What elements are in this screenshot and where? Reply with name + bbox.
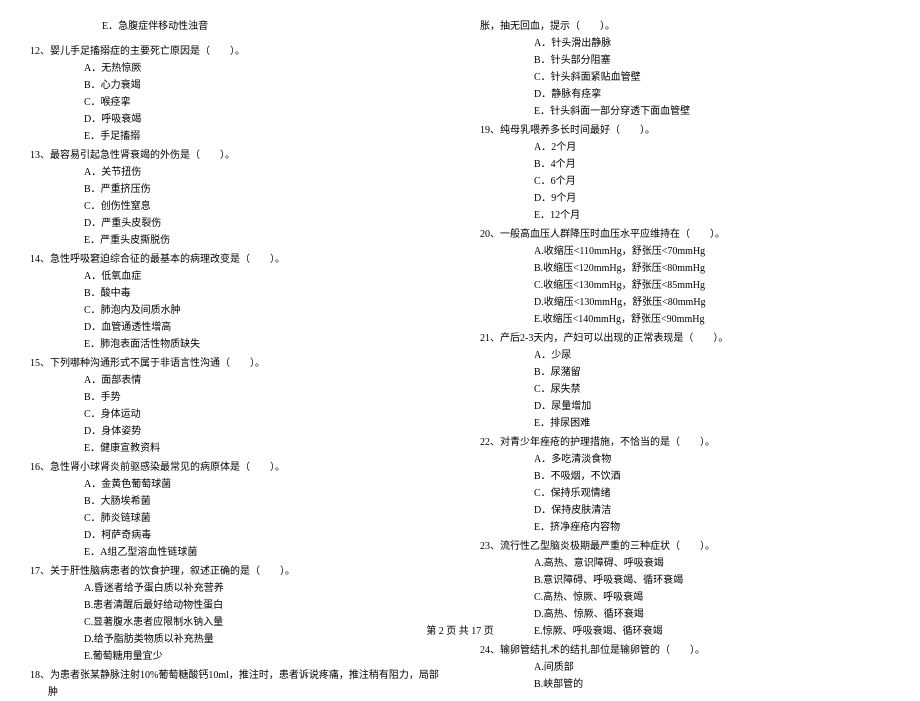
- q24-stem: 24、输卵管结扎术的结扎部位是输卵管的（ ）。: [480, 642, 890, 659]
- q13-stem: 13、最容易引起急性肾衰竭的外伤是（ ）。: [30, 147, 440, 164]
- q24-opt: A.间质部: [480, 659, 890, 676]
- q22-opt: A．多吃清淡食物: [480, 451, 890, 468]
- q22-opt: C．保持乐观情绪: [480, 485, 890, 502]
- q23-opt: C.高热、惊厥、呼吸衰竭: [480, 589, 890, 606]
- prev-opt-e: E．急腹症伴移动性浊音: [30, 18, 440, 35]
- q12-opt: A．无热惊厥: [30, 60, 440, 77]
- q23-opt: A.高热、意识障碍、呼吸衰竭: [480, 555, 890, 572]
- q20-opt: E.收缩压<140mmHg，舒张压<90mmHg: [480, 311, 890, 328]
- q23-stem: 23、流行性乙型脑炎极期最严重的三种症状（ ）。: [480, 538, 890, 555]
- q23-opt: B.意识障碍、呼吸衰竭、循环衰竭: [480, 572, 890, 589]
- q15-stem: 15、下列哪种沟通形式不属于非语言性沟通（ ）。: [30, 355, 440, 372]
- right-column: 胀，抽无回血，提示（ ）。 A．针头滑出静脉 B．针头部分阻塞 C．针头斜面紧贴…: [480, 18, 890, 608]
- q14-opt: E．肺泡表面活性物质缺失: [30, 336, 440, 353]
- q16-opt: E．A组乙型溶血性链球菌: [30, 544, 440, 561]
- q15-opt: A．面部表情: [30, 372, 440, 389]
- q16-opt: B．大肠埃希菌: [30, 493, 440, 510]
- q18-stem: 18、为患者张某静脉注射10%葡萄糖酸钙10ml，推注时，患者诉说疼痛，推注稍有…: [30, 667, 440, 701]
- q22-stem: 22、对青少年痤疮的护理措施，不恰当的是（ ）。: [480, 434, 890, 451]
- q16-opt: A．金黄色葡萄球菌: [30, 476, 440, 493]
- q21-stem: 21、产后2-3天内，产妇可以出现的正常表现是（ ）。: [480, 330, 890, 347]
- q23-opt: D.高热、惊厥、循环衰竭: [480, 606, 890, 623]
- q14-opt: A．低氧血症: [30, 268, 440, 285]
- q18-opt: D．静脉有痉挛: [480, 86, 890, 103]
- q20-opt: C.收缩压<130mmHg，舒张压<85mmHg: [480, 277, 890, 294]
- q21-opt: A．少尿: [480, 347, 890, 364]
- q16-stem: 16、急性肾小球肾炎前驱感染最常见的病原体是（ ）。: [30, 459, 440, 476]
- q19-opt: E．12个月: [480, 207, 890, 224]
- q20-stem: 20、一般高血压人群降压时血压水平应维持在（ ）。: [480, 226, 890, 243]
- q14-opt: D．血管通透性增高: [30, 319, 440, 336]
- q19-stem: 19、纯母乳喂养多长时间最好（ ）。: [480, 122, 890, 139]
- q18-opt: E．针头斜面一部分穿透下面血管壁: [480, 103, 890, 120]
- q12-opt: C．喉痉挛: [30, 94, 440, 111]
- q12-opt: E．手足搐搦: [30, 128, 440, 145]
- q20-opt: B.收缩压<120mmHg，舒张压<80mmHg: [480, 260, 890, 277]
- q13-opt: A．关节扭伤: [30, 164, 440, 181]
- q15-opt: D．身体姿势: [30, 423, 440, 440]
- q18-opt: B．针头部分阻塞: [480, 52, 890, 69]
- q18-cont: 胀，抽无回血，提示（ ）。: [480, 18, 890, 35]
- q20-opt: A.收缩压<110mmHg，舒张压<70mmHg: [480, 243, 890, 260]
- q21-opt: D．尿量增加: [480, 398, 890, 415]
- q18-opt: A．针头滑出静脉: [480, 35, 890, 52]
- left-column: E．急腹症伴移动性浊音 12、婴儿手足搐搦症的主要死亡原因是（ ）。 A．无热惊…: [30, 18, 440, 608]
- q13-opt: D．严重头皮裂伤: [30, 215, 440, 232]
- q12-opt: B．心力衰竭: [30, 77, 440, 94]
- q17-stem: 17、关于肝性脑病患者的饮食护理，叙述正确的是（ ）。: [30, 563, 440, 580]
- q18-opt: C．针头斜面紧贴血管壁: [480, 69, 890, 86]
- q22-opt: E．挤净痤疮内容物: [480, 519, 890, 536]
- q15-opt: B．手势: [30, 389, 440, 406]
- q17-opt: A.昏迷者给予蛋白质以补充营养: [30, 580, 440, 597]
- q12-opt: D．呼吸衰竭: [30, 111, 440, 128]
- q12-stem: 12、婴儿手足搐搦症的主要死亡原因是（ ）。: [30, 43, 440, 60]
- q21-opt: C．尿失禁: [480, 381, 890, 398]
- q21-opt: E．排尿困难: [480, 415, 890, 432]
- q17-opt: B.患者清醒后最好给动物性蛋白: [30, 597, 440, 614]
- q22-opt: D．保持皮肤清洁: [480, 502, 890, 519]
- q13-opt: C．创伤性窒息: [30, 198, 440, 215]
- q19-opt: A．2个月: [480, 139, 890, 156]
- q16-opt: D．柯萨奇病毒: [30, 527, 440, 544]
- q20-opt: D.收缩压<130mmHg，舒张压<80mmHg: [480, 294, 890, 311]
- page-footer: 第 2 页 共 17 页: [0, 623, 920, 640]
- q14-opt: B．酸中毒: [30, 285, 440, 302]
- q14-stem: 14、急性呼吸窘迫综合征的最基本的病理改变是（ ）。: [30, 251, 440, 268]
- q19-opt: C．6个月: [480, 173, 890, 190]
- q17-opt: E.葡萄糖用量宜少: [30, 648, 440, 665]
- q24-opt: B.峡部管的: [480, 676, 890, 693]
- q13-opt: E．严重头皮撕脱伤: [30, 232, 440, 249]
- q14-opt: C．肺泡内及间质水肿: [30, 302, 440, 319]
- q22-opt: B．不吸烟，不饮酒: [480, 468, 890, 485]
- q19-opt: B．4个月: [480, 156, 890, 173]
- q16-opt: C．肺炎链球菌: [30, 510, 440, 527]
- q15-opt: E．健康宣教资料: [30, 440, 440, 457]
- q13-opt: B．严重挤压伤: [30, 181, 440, 198]
- q21-opt: B．尿潴留: [480, 364, 890, 381]
- q19-opt: D．9个月: [480, 190, 890, 207]
- q15-opt: C．身体运动: [30, 406, 440, 423]
